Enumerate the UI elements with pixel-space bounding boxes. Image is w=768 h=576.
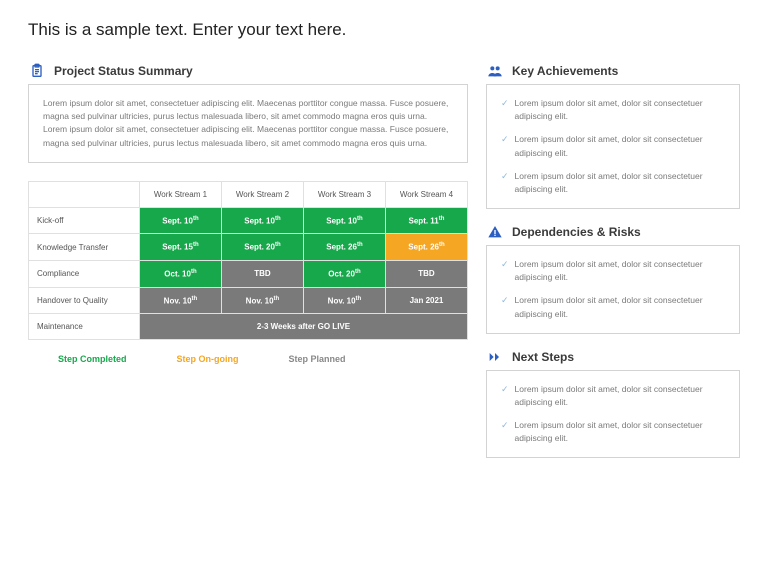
forward-icon (486, 348, 504, 366)
legend-ongoing: Step On-going (177, 354, 239, 364)
content-columns: Project Status Summary Lorem ipsum dolor… (28, 62, 740, 472)
table-cell: Sept. 10th (303, 207, 385, 234)
workstream-table: Work Stream 1Work Stream 2Work Stream 3W… (28, 181, 468, 341)
achievements-heading: Key Achievements (512, 64, 618, 78)
risks-header: Dependencies & Risks (486, 223, 740, 241)
table-cell: TBD (221, 261, 303, 288)
list-item: Lorem ipsum dolor sit amet, dolor sit co… (501, 133, 725, 159)
row-label: Compliance (29, 261, 140, 288)
list-item: Lorem ipsum dolor sit amet, dolor sit co… (501, 383, 725, 409)
table-header: Work Stream 1 (139, 181, 221, 207)
row-label: Kick-off (29, 207, 140, 234)
next-heading: Next Steps (512, 350, 574, 364)
table-cell: Nov. 10th (221, 287, 303, 314)
warning-icon (486, 223, 504, 241)
row-label: Knowledge Transfer (29, 234, 140, 261)
table-cell: Sept. 26th (303, 234, 385, 261)
row-label: Handover to Quality (29, 287, 140, 314)
people-icon (486, 62, 504, 80)
achievements-box: Lorem ipsum dolor sit amet, dolor sit co… (486, 84, 740, 209)
clipboard-icon (28, 62, 46, 80)
table-cell: Sept. 20th (221, 234, 303, 261)
table-header: Work Stream 4 (385, 181, 467, 207)
table-cell: Nov. 10th (139, 287, 221, 314)
table-row: Knowledge TransferSept. 15thSept. 20thSe… (29, 234, 468, 261)
table-row: Handover to QualityNov. 10thNov. 10thNov… (29, 287, 468, 314)
table-row: Maintenance2-3 Weeks after GO LIVE (29, 314, 468, 340)
status-header: Project Status Summary (28, 62, 468, 80)
risks-box: Lorem ipsum dolor sit amet, dolor sit co… (486, 245, 740, 334)
achievements-header: Key Achievements (486, 62, 740, 80)
legend-planned: Step Planned (289, 354, 346, 364)
table-cell: Sept. 10th (139, 207, 221, 234)
table-cell: Sept. 11th (385, 207, 467, 234)
legend: Step Completed Step On-going Step Planne… (58, 354, 468, 364)
table-cell: Sept. 10th (221, 207, 303, 234)
table-cell: Sept. 26th (385, 234, 467, 261)
table-row: ComplianceOct. 10thTBDOct. 20thTBD (29, 261, 468, 288)
table-cell: Nov. 10th (303, 287, 385, 314)
table-cell: Oct. 10th (139, 261, 221, 288)
table-cell: 2-3 Weeks after GO LIVE (139, 314, 467, 340)
list-item: Lorem ipsum dolor sit amet, dolor sit co… (501, 170, 725, 196)
risks-heading: Dependencies & Risks (512, 225, 641, 239)
table-cell: Sept. 15th (139, 234, 221, 261)
left-column: Project Status Summary Lorem ipsum dolor… (28, 62, 468, 472)
table-row: Kick-offSept. 10thSept. 10thSept. 10thSe… (29, 207, 468, 234)
legend-completed: Step Completed (58, 354, 127, 364)
table-header (29, 181, 140, 207)
table-cell: Jan 2021 (385, 287, 467, 314)
list-item: Lorem ipsum dolor sit amet, dolor sit co… (501, 419, 725, 445)
status-box: Lorem ipsum dolor sit amet, consectetuer… (28, 84, 468, 163)
right-column: Key Achievements Lorem ipsum dolor sit a… (486, 62, 740, 472)
next-header: Next Steps (486, 348, 740, 366)
list-item: Lorem ipsum dolor sit amet, dolor sit co… (501, 258, 725, 284)
table-cell: Oct. 20th (303, 261, 385, 288)
list-item: Lorem ipsum dolor sit amet, dolor sit co… (501, 97, 725, 123)
table-header: Work Stream 2 (221, 181, 303, 207)
table-cell: TBD (385, 261, 467, 288)
table-header: Work Stream 3 (303, 181, 385, 207)
page-title: This is a sample text. Enter your text h… (28, 20, 740, 40)
next-box: Lorem ipsum dolor sit amet, dolor sit co… (486, 370, 740, 459)
status-heading: Project Status Summary (54, 64, 193, 78)
list-item: Lorem ipsum dolor sit amet, dolor sit co… (501, 294, 725, 320)
row-label: Maintenance (29, 314, 140, 340)
